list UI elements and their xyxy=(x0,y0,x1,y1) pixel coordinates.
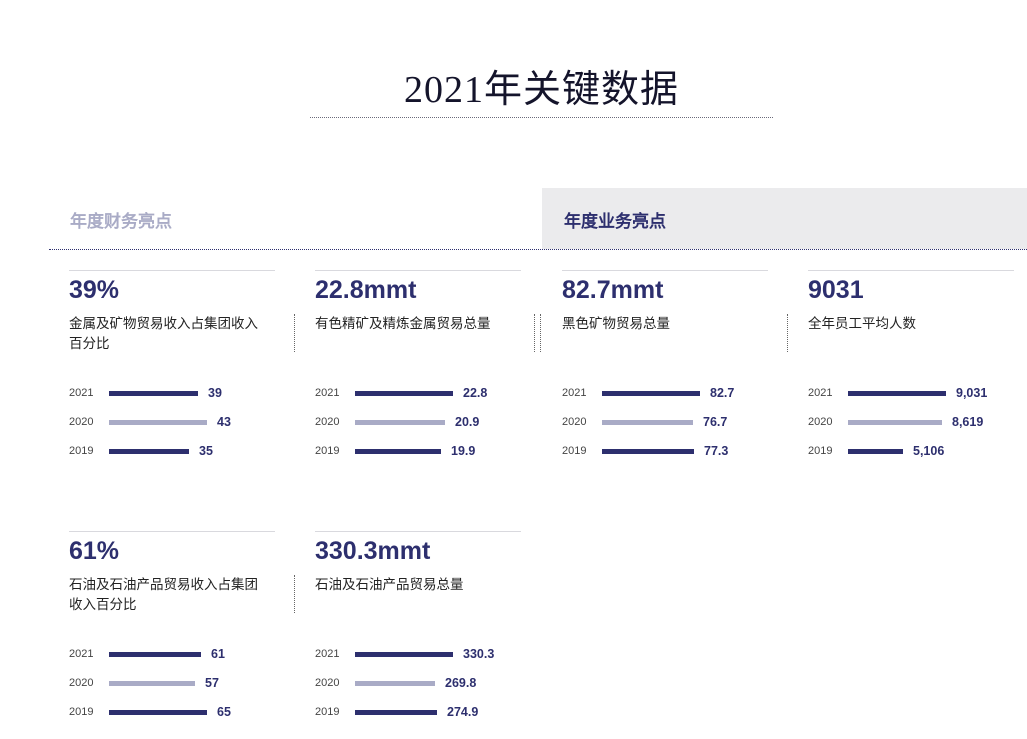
bar xyxy=(109,391,198,396)
bar-value: 20.9 xyxy=(455,415,480,429)
bar xyxy=(355,449,441,454)
section-divider xyxy=(49,249,1027,250)
year-label: 2019 xyxy=(562,445,587,457)
card-divider xyxy=(294,314,295,352)
bar-value: 19.9 xyxy=(451,444,476,458)
card-divider xyxy=(787,314,788,352)
stat-description: 有色精矿及精炼金属贸易总量 xyxy=(315,316,491,331)
tab-business-highlights[interactable]: 年度业务亮点 xyxy=(564,207,666,232)
bar xyxy=(848,420,942,425)
card-top-rule xyxy=(315,531,521,532)
bar-value: 330.3 xyxy=(463,647,495,661)
card-top-rule xyxy=(69,531,275,532)
year-label: 2019 xyxy=(808,445,833,457)
bar xyxy=(848,449,903,454)
stat-card-oil-revenue-share: 61% 石油及石油产品贸易收入占集团收入百分比 2021 61 2020 57 … xyxy=(69,531,295,731)
bar xyxy=(602,391,700,396)
year-label: 2020 xyxy=(562,416,587,428)
bar-value: 82.7 xyxy=(710,386,735,400)
year-label: 2021 xyxy=(315,387,340,399)
stat-card-employees: 9031 全年员工平均人数 2021 9,031 2020 8,619 2019… xyxy=(808,270,1014,470)
stat-description: 全年员工平均人数 xyxy=(808,316,916,331)
bar xyxy=(848,391,946,396)
stat-description: 石油及石油产品贸易收入占集团收入百分比 xyxy=(69,577,258,612)
card-divider xyxy=(294,575,295,613)
year-label: 2019 xyxy=(69,445,94,457)
year-label: 2021 xyxy=(315,648,340,660)
title-divider xyxy=(310,117,773,118)
bar-value: 39 xyxy=(208,386,222,400)
bar xyxy=(109,449,189,454)
card-divider xyxy=(534,314,535,352)
year-label: 2020 xyxy=(69,416,94,428)
year-label: 2020 xyxy=(315,677,340,689)
year-label: 2019 xyxy=(69,706,94,718)
year-label: 2019 xyxy=(315,706,340,718)
bar xyxy=(602,420,693,425)
stat-description: 石油及石油产品贸易总量 xyxy=(315,577,464,592)
year-label: 2021 xyxy=(69,387,94,399)
bar xyxy=(355,652,453,657)
bar xyxy=(109,652,201,657)
stat-description: 黑色矿物贸易总量 xyxy=(562,316,670,331)
stat-value: 330.3mmt xyxy=(315,537,431,565)
stat-value: 82.7mmt xyxy=(562,276,664,304)
card-top-rule xyxy=(808,270,1014,271)
year-label: 2020 xyxy=(808,416,833,428)
year-label: 2020 xyxy=(315,416,340,428)
bar xyxy=(109,710,207,715)
bar-value: 269.8 xyxy=(445,676,477,690)
bar xyxy=(355,420,445,425)
stat-value: 9031 xyxy=(808,276,864,304)
tab-financial-highlights[interactable]: 年度财务亮点 xyxy=(70,207,172,232)
year-label: 2021 xyxy=(562,387,587,399)
card-divider xyxy=(540,314,541,352)
bar-value: 43 xyxy=(217,415,231,429)
year-label: 2021 xyxy=(808,387,833,399)
year-label: 2021 xyxy=(69,648,94,660)
bar-value: 9,031 xyxy=(956,386,988,400)
bar-value: 8,619 xyxy=(952,415,984,429)
bar-value: 76.7 xyxy=(703,415,728,429)
bar xyxy=(355,681,435,686)
stat-card-oil-volume: 330.3mmt 石油及石油产品贸易总量 2021 330.3 2020 269… xyxy=(315,531,521,731)
year-label: 2020 xyxy=(69,677,94,689)
bar-value: 61 xyxy=(211,647,225,661)
bar-value: 57 xyxy=(205,676,219,690)
stat-card-metals-revenue-share: 39% 金属及矿物贸易收入占集团收入百分比 2021 39 2020 43 20… xyxy=(69,270,295,470)
card-top-rule xyxy=(315,270,521,271)
card-top-rule xyxy=(69,270,275,271)
bar xyxy=(109,681,195,686)
bar-value: 35 xyxy=(199,444,213,458)
stat-value: 39% xyxy=(69,276,120,304)
page-title: 2021年关键数据 xyxy=(403,69,679,111)
bar xyxy=(109,420,207,425)
bar-value: 274.9 xyxy=(447,705,479,719)
bar-value: 5,106 xyxy=(913,444,945,458)
bar xyxy=(602,449,694,454)
stat-card-ferrous-volume: 82.7mmt 黑色矿物贸易总量 2021 82.7 2020 76.7 201… xyxy=(534,270,788,470)
year-label: 2019 xyxy=(315,445,340,457)
bar xyxy=(355,710,437,715)
stat-card-nonferrous-volume: 22.8mmt 有色精矿及精炼金属贸易总量 2021 22.8 2020 20.… xyxy=(315,270,541,470)
bar-value: 77.3 xyxy=(704,444,729,458)
bar-value: 65 xyxy=(217,705,231,719)
bar xyxy=(355,391,453,396)
stat-value: 22.8mmt xyxy=(315,276,417,304)
stat-value: 61% xyxy=(69,537,120,565)
bar-value: 22.8 xyxy=(463,386,488,400)
stat-description: 金属及矿物贸易收入占集团收入百分比 xyxy=(69,316,258,351)
card-top-rule xyxy=(562,270,768,271)
